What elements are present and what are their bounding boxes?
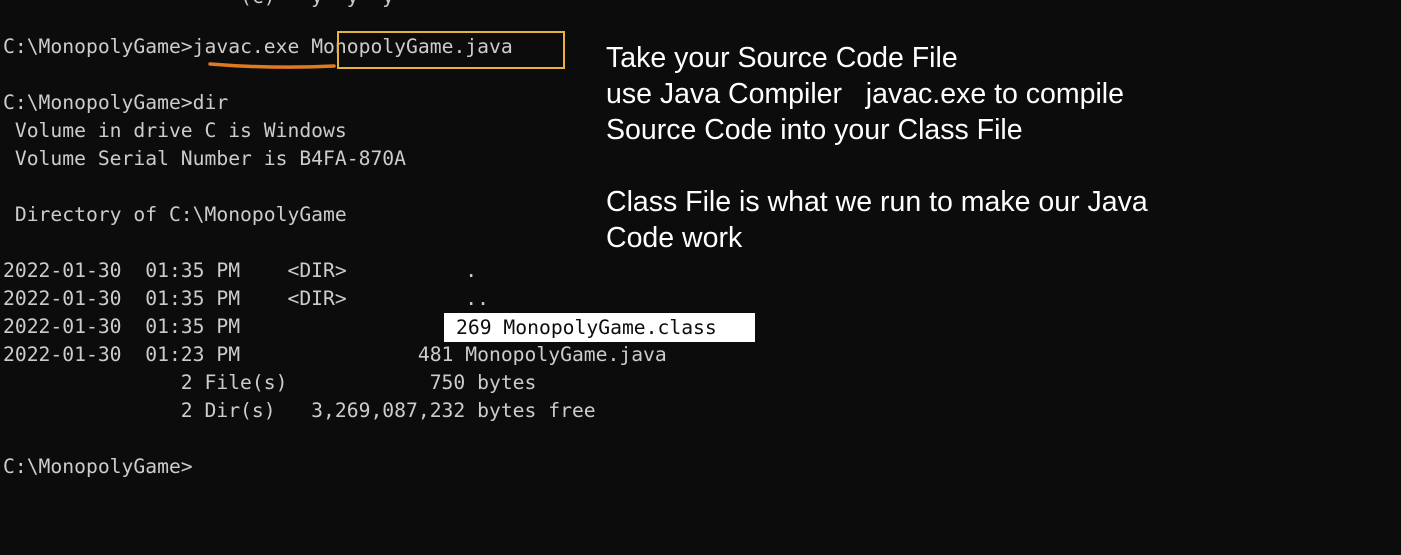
dirs-summary-line: 2 Dir(s) 3,269,087,232 bytes free [3, 399, 596, 422]
listing-row: 2022-01-30 01:35 PM [3, 315, 241, 338]
directory-line: Directory of C:\MonopolyGame [3, 203, 347, 226]
serial-number-line: Volume Serial Number is B4FA-870A [3, 147, 406, 170]
prompt: C:\MonopolyGame> [3, 455, 193, 478]
compiler-underline [208, 62, 336, 69]
cut-off-line: (C) y y y [3, 0, 394, 11]
prompt: C:\MonopolyGame> [3, 35, 193, 58]
explanation-annotation: Take your Source Code File use Java Comp… [606, 40, 1366, 256]
annotation-line: Source Code into your Class File [606, 114, 1023, 146]
annotation-line: Take your Source Code File [606, 42, 958, 74]
screenshot: (C) y y y C:\MonopolyGame>javac.exe Mono… [0, 0, 1401, 555]
annotation-line: Class File is what we run to make our Ja… [606, 186, 1148, 218]
listing-row: 2022-01-30 01:35 PM <DIR> . [3, 259, 478, 282]
volume-line: Volume in drive C is Windows [3, 119, 347, 142]
compiler-command: javac.exe [192, 35, 300, 58]
final-prompt-line: C:\MonopolyGame> [3, 453, 193, 481]
annotation-line: Code work [606, 222, 743, 254]
dir-command-line: C:\MonopolyGame>dir [3, 91, 229, 114]
class-file-entry-highlight: 269 MonopolyGame.class [444, 313, 755, 342]
annotation-line: use Java Compiler javac.exe to compile [606, 78, 1124, 110]
listing-row: 2022-01-30 01:23 PM 481 MonopolyGame.jav… [3, 343, 667, 366]
files-summary-line: 2 File(s) 750 bytes [3, 371, 537, 394]
annotation-spacer [606, 148, 1366, 184]
listing-row: 2022-01-30 01:35 PM <DIR> .. [3, 287, 489, 310]
source-file-highlight-box [337, 31, 565, 69]
